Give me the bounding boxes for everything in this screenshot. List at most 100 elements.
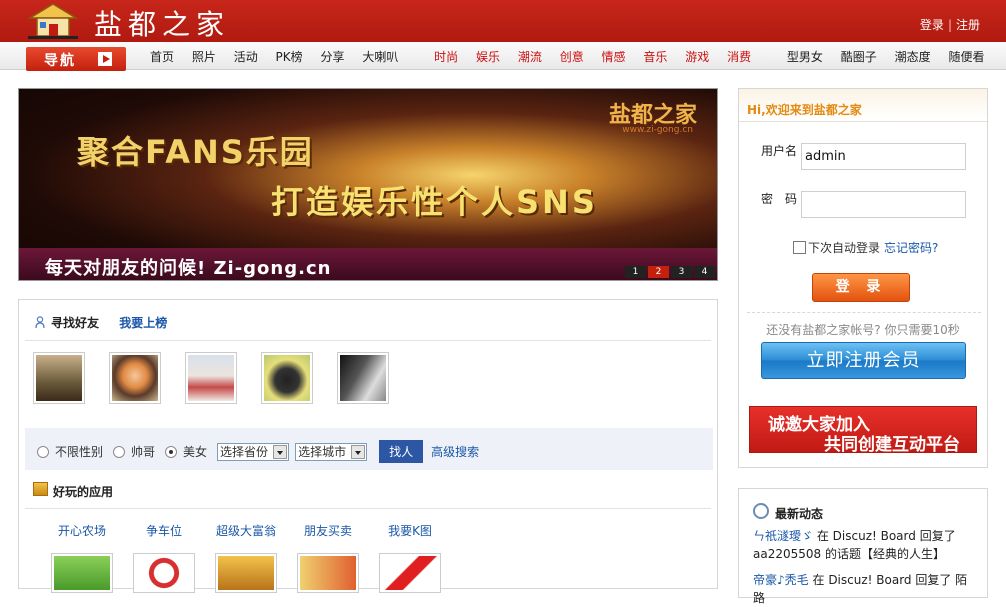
nav-item-photos[interactable]: 照片: [192, 48, 216, 65]
activity-item: ㄣ祇澻璦ゞ 在 Discuz! Board 回复了 aa2205508 的话题【…: [753, 527, 979, 563]
app-name[interactable]: 我要K图: [369, 522, 451, 539]
friend-avatar[interactable]: [337, 352, 389, 404]
register-button[interactable]: 立即注册会员: [761, 342, 966, 379]
site-logo-text[interactable]: 盐都之家: [94, 3, 230, 43]
tycoon-icon[interactable]: [215, 553, 277, 593]
person-icon: [35, 316, 45, 329]
nav-item-trend[interactable]: 潮流: [518, 48, 542, 65]
nav-item-share[interactable]: 分享: [320, 48, 344, 65]
gender-radio-male[interactable]: [113, 445, 126, 458]
login-link[interactable]: 登录: [920, 18, 944, 32]
activity-user[interactable]: 帝豪♪秃毛: [753, 573, 809, 587]
nav-item-stylish[interactable]: 型男女: [787, 48, 823, 65]
activity-item: 帝豪♪秃毛 在 Discuz! Board 回复了 陌路: [753, 571, 979, 607]
username-input[interactable]: admin: [801, 143, 966, 170]
banner-page-3[interactable]: 3: [671, 266, 692, 278]
friend-avatar[interactable]: [261, 352, 313, 404]
register-link[interactable]: 注册: [956, 18, 980, 32]
app-item[interactable]: 朋友买卖: [287, 522, 369, 593]
advanced-search-link[interactable]: 高级搜索: [431, 443, 479, 460]
gender-label-any: 不限性别: [55, 445, 104, 459]
app-item[interactable]: 超级大富翁: [205, 522, 287, 593]
remember-checkbox[interactable]: [793, 241, 806, 254]
parking-icon[interactable]: [133, 553, 195, 593]
nav-item-circles[interactable]: 酷圈子: [841, 48, 877, 65]
friend-trade-icon[interactable]: [297, 553, 359, 593]
app-name[interactable]: 开心农场: [41, 522, 123, 539]
apps-header: 好玩的应用: [33, 482, 114, 500]
login-button[interactable]: 登 录: [812, 273, 910, 302]
nav-item-attitude[interactable]: 潮态度: [895, 48, 931, 65]
k-image-icon[interactable]: [379, 553, 441, 593]
main-nav-bar: 导航 首页 照片 活动 PK榜 分享 大喇叭 时尚 娱乐 潮流 创意 情感 音乐…: [0, 42, 1006, 71]
banner-footer-strip: 每天对朋友的问候! Zi-gong.cn: [19, 248, 717, 280]
nav-items: 首页 照片 活动 PK榜 分享 大喇叭 时尚 娱乐 潮流 创意 情感 音乐 游戏…: [150, 48, 998, 65]
top-links: 登录 | 注册: [920, 16, 980, 33]
province-select-value: 选择省份: [220, 444, 269, 459]
gender-radio-any[interactable]: [37, 445, 49, 458]
farm-icon[interactable]: [51, 553, 113, 593]
nav-item-home[interactable]: 首页: [150, 48, 174, 65]
invite-banner[interactable]: 诚邀大家加入 共同创建互动平台: [749, 406, 977, 455]
banner-page-1[interactable]: 1: [625, 266, 646, 278]
banner-page-4[interactable]: 4: [694, 266, 715, 278]
nav-item-games[interactable]: 游戏: [685, 48, 709, 65]
register-hint: 还没有盐都之家帐号? 你只需要10秒: [766, 323, 960, 337]
rank-link[interactable]: 我要上榜: [119, 316, 167, 330]
city-select-value: 选择城市: [298, 444, 347, 459]
banner-page-2[interactable]: 2: [648, 266, 669, 278]
gender-radio-female[interactable]: [165, 445, 178, 458]
nav-item-loudspeaker[interactable]: 大喇叭: [362, 48, 398, 65]
divider: [25, 340, 711, 341]
friend-avatar[interactable]: [109, 352, 161, 404]
house-logo-icon[interactable]: [26, 2, 80, 40]
province-select[interactable]: 选择省份: [217, 442, 290, 461]
friend-photos: [33, 352, 413, 404]
app-name[interactable]: 争车位: [123, 522, 205, 539]
friend-avatar[interactable]: [33, 352, 85, 404]
password-label: 密 码: [761, 192, 798, 206]
nav-item-emotion[interactable]: 情感: [602, 48, 626, 65]
app-name[interactable]: 朋友买卖: [287, 522, 369, 539]
forgot-password-link[interactable]: 忘记密码?: [884, 239, 938, 256]
password-input[interactable]: [801, 191, 966, 218]
nav-item-entertainment[interactable]: 娱乐: [476, 48, 500, 65]
nav-menu-label: 导航: [44, 53, 76, 69]
divider: |: [947, 18, 952, 32]
latest-activity-title: 最新动态: [775, 507, 824, 521]
app-item[interactable]: 开心农场: [41, 522, 123, 593]
chevron-down-icon: [273, 444, 288, 459]
promo-banner[interactable]: 盐都之家 www.zi-gong.cn 聚合FANS乐园 打造娱乐性个人SNS …: [18, 88, 718, 281]
gender-label-male: 帅哥: [131, 445, 156, 459]
login-box: Hi,欢迎来到盐都之家 用户名 admin 密 码 下次自动登录 忘记密码? 登…: [738, 88, 988, 468]
find-people-button[interactable]: 找人: [379, 440, 424, 463]
apps-title: 好玩的应用: [53, 485, 114, 499]
activity-user[interactable]: ㄣ祇澻璦ゞ: [753, 529, 813, 543]
nav-menu-button[interactable]: 导航: [26, 47, 126, 71]
nav-item-fashion[interactable]: 时尚: [434, 48, 458, 65]
city-select[interactable]: 选择城市: [295, 442, 368, 461]
nav-item-consumer[interactable]: 消费: [727, 48, 751, 65]
find-friends-header: 寻找好友 我要上榜: [33, 314, 167, 331]
nav-item-creative[interactable]: 创意: [560, 48, 584, 65]
invite-line-2: 共同创建互动平台: [824, 435, 960, 455]
app-name[interactable]: 超级大富翁: [205, 522, 287, 539]
site-header: 盐都之家 登录 | 注册: [0, 0, 1006, 42]
remember-row: 下次自动登录 忘记密码?: [793, 239, 938, 256]
magnifier-icon: [753, 503, 769, 519]
nav-item-pk[interactable]: PK榜: [276, 48, 303, 65]
divider: [739, 121, 987, 122]
friend-search-row: 不限性别 帅哥 美女 选择省份 选择城市 找人 高级搜索: [37, 440, 479, 463]
apps-list: 开心农场 争车位 超级大富翁 朋友买卖 我要K图: [41, 522, 451, 593]
app-item[interactable]: 争车位: [123, 522, 205, 593]
friends-panel: 寻找好友 我要上榜 不限性别 帅哥 美女 选择省份 选择城市 找人 高级搜索 好…: [18, 299, 718, 593]
find-friends-title-wrap: 寻找好友: [33, 316, 103, 330]
latest-activity-header: 最新动态: [753, 503, 824, 522]
nav-item-music[interactable]: 音乐: [643, 48, 667, 65]
nav-item-events[interactable]: 活动: [234, 48, 258, 65]
friend-avatar[interactable]: [185, 352, 237, 404]
app-item[interactable]: 我要K图: [369, 522, 451, 593]
nav-item-browse[interactable]: 随便看: [948, 48, 984, 65]
divider: [747, 312, 981, 313]
banner-headline-2: 打造娱乐性个人SNS: [271, 183, 598, 221]
